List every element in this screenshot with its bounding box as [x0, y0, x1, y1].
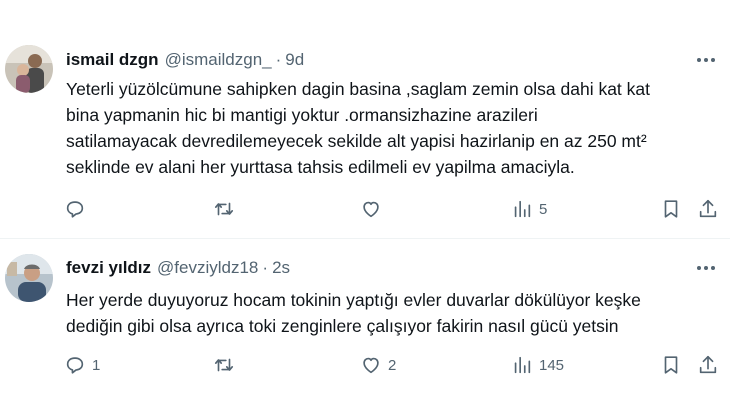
tweet-header: fevzi yıldız @fevziyldz18 · 2s [66, 256, 290, 280]
heart-icon [363, 357, 379, 374]
share-icon [699, 199, 717, 218]
tweet-text-line: seklinde ev alani her yurttasa tahsis ed… [66, 157, 575, 177]
bookmark-icon [664, 200, 678, 218]
views-chart-icon [514, 200, 531, 218]
heart-icon [363, 201, 379, 218]
retweet-button[interactable] [213, 197, 241, 221]
views-count: 5 [539, 200, 548, 218]
divider [0, 238, 730, 239]
bookmark-button[interactable] [660, 353, 682, 377]
tweet-header: ismail dzgn @ismaildzgn_ · 9d [66, 48, 304, 72]
tweet-text-line: Yeterli yüzölcümune sahipken dagin basin… [66, 79, 651, 99]
retweet-button[interactable] [213, 353, 241, 377]
like-button[interactable] [360, 197, 388, 221]
action-bar: 1 2 145 [0, 353, 730, 377]
separator-dot: · [262, 258, 269, 277]
author-handle[interactable]: @fevziyldz18 [157, 258, 258, 278]
tweet-text: Her yerde duyuyoruz hocam tokinin yaptığ… [66, 287, 726, 339]
share-button[interactable] [697, 353, 719, 377]
tweet-text: Yeterli yüzölcümune sahipken dagin basin… [66, 76, 726, 180]
tweet-text-line: bina yapmanin hic bi mantigi yoktur .orm… [66, 105, 538, 125]
share-button[interactable] [697, 197, 719, 221]
retweet-icon [214, 202, 234, 216]
tweet-text-line: dediğin gibi olsa ayrıca toki zenginlere… [66, 316, 619, 336]
reply-button[interactable]: 1 [64, 353, 100, 377]
action-bar: 5 [0, 197, 730, 221]
timestamp[interactable]: 2s [272, 258, 290, 278]
tweet-text-line: Her yerde duyuyoruz hocam tokinin yaptığ… [66, 290, 641, 310]
avatar-ismail[interactable] [5, 45, 53, 93]
like-count: 2 [388, 356, 397, 374]
author-handle[interactable]: @ismaildzgn_ [165, 50, 272, 70]
reply-icon [66, 357, 84, 374]
reply-count: 1 [92, 356, 101, 374]
retweet-icon [214, 358, 234, 372]
share-icon [699, 355, 717, 374]
timestamp[interactable]: 9d [285, 50, 304, 70]
views-chart-icon [514, 356, 531, 374]
views-button[interactable]: 145 [511, 353, 564, 377]
more-dots-icon[interactable] [694, 50, 718, 70]
bookmark-button[interactable] [660, 197, 682, 221]
reply-icon [66, 201, 84, 218]
bookmark-icon [664, 356, 678, 374]
author-name[interactable]: ismail dzgn [66, 50, 159, 70]
more-dots-icon[interactable] [694, 258, 718, 278]
like-button[interactable]: 2 [360, 353, 396, 377]
tweet-1[interactable]: ismail dzgn @ismaildzgn_ · 9d Yeterli yü… [0, 0, 730, 240]
views-count: 145 [539, 356, 565, 374]
author-name[interactable]: fevzi yıldız [66, 258, 151, 278]
views-button[interactable]: 5 [511, 197, 547, 221]
tweet-text-line: satilamayacak devredilemeyecek sekilde a… [66, 131, 647, 151]
separator-dot: · [275, 50, 282, 69]
reply-button[interactable] [64, 197, 92, 221]
avatar-fevzi[interactable] [5, 254, 53, 302]
tweet-2[interactable]: fevzi yıldız @fevziyldz18 · 2s Her yerde… [0, 240, 730, 420]
